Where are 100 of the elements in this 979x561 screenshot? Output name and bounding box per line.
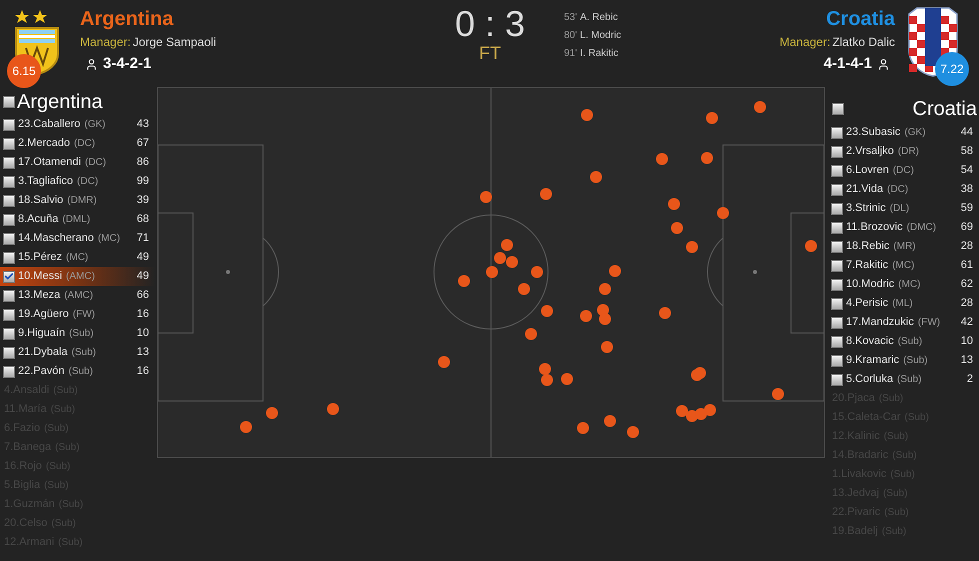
check-icon — [4, 271, 14, 282]
player-name: 8.Kovacic — [846, 334, 894, 350]
checkbox[interactable] — [831, 202, 843, 214]
checkbox[interactable] — [3, 308, 15, 320]
touch-count: 61 — [960, 258, 973, 274]
player-name: 3.Tagliafico — [18, 174, 74, 190]
touch-count: 42 — [960, 315, 973, 330]
player-position: (AMC) — [66, 270, 95, 284]
score: 0 : 3 — [454, 4, 526, 44]
team-name: Croatia — [826, 8, 895, 30]
checkbox[interactable] — [3, 232, 15, 244]
checkbox[interactable] — [831, 316, 843, 328]
player-position: (DMC) — [906, 221, 936, 235]
checkbox[interactable] — [831, 354, 843, 366]
player-name: 21.Vida — [846, 182, 884, 198]
player-position: (DC) — [887, 183, 908, 197]
checkbox[interactable] — [3, 176, 15, 188]
touch-count: 99 — [136, 174, 149, 190]
checkbox[interactable] — [831, 374, 843, 386]
rating-badge: 7.22 — [935, 52, 969, 86]
rating-badge: 6.15 — [7, 54, 41, 88]
checkbox[interactable] — [3, 290, 15, 302]
manager-name: Zlatko Dalic — [832, 34, 895, 51]
touch-count: 71 — [136, 231, 149, 246]
checkbox[interactable] — [3, 96, 15, 108]
player-position: (MC) — [66, 251, 88, 265]
checkbox[interactable] — [3, 118, 15, 130]
checkbox[interactable] — [3, 194, 15, 206]
player-position: (DC) — [77, 175, 98, 189]
player-position: (FW) — [72, 308, 95, 322]
player-name: 2.Mercado — [18, 136, 70, 152]
player-name: 17.Mandzukic — [846, 315, 914, 330]
touch-count: 86 — [136, 155, 149, 170]
team-list-title: Croatia — [912, 98, 977, 120]
checkbox[interactable] — [831, 298, 843, 310]
manager-icon — [877, 58, 890, 71]
checkbox[interactable] — [831, 184, 843, 196]
touch-count: 38 — [960, 182, 973, 198]
touch-count: 10 — [960, 334, 973, 350]
player-position: (GK) — [84, 118, 106, 132]
player-name: 19.Agüero — [18, 307, 69, 322]
player-position: (Sub) — [68, 365, 93, 379]
checkbox[interactable] — [831, 336, 843, 348]
checkbox[interactable] — [3, 156, 15, 168]
checkbox[interactable] — [831, 260, 843, 272]
checkbox[interactable] — [831, 278, 843, 290]
team-list-title: Argentina — [17, 91, 103, 113]
player-name: 21.Dybala — [18, 345, 68, 360]
checkbox[interactable] — [831, 164, 843, 176]
checkbox[interactable] — [3, 328, 15, 340]
player-name: 6.Lovren — [846, 163, 889, 178]
player-name: 23.Caballero — [18, 117, 80, 132]
checkbox[interactable] — [3, 366, 15, 378]
touch-count: 44 — [960, 125, 973, 140]
player-position: (Sub) — [898, 335, 922, 349]
goal-minute: 91' — [564, 47, 578, 61]
touch-count: 13 — [960, 353, 973, 368]
checkbox[interactable] — [3, 270, 15, 282]
player-name: 4.Perisic — [846, 296, 888, 312]
checkbox[interactable] — [831, 126, 843, 138]
player-name: 2.Vrsaljko — [846, 144, 894, 160]
player-name: 18.Salvio — [18, 193, 64, 208]
player-position: (DML) — [62, 213, 90, 227]
touch-count: 62 — [960, 277, 973, 292]
player-name: 13.Meza — [18, 288, 60, 304]
touch-count: 10 — [136, 326, 149, 342]
player-position: (GK) — [904, 126, 926, 140]
checkbox[interactable] — [3, 214, 15, 226]
goal-minute: 53' — [564, 11, 578, 25]
touch-count: 68 — [136, 212, 149, 228]
checkbox[interactable] — [831, 222, 843, 234]
manager-icon — [85, 58, 98, 71]
touch-count: 28 — [960, 239, 973, 254]
checkbox[interactable] — [3, 138, 15, 150]
player-position: (MC) — [892, 259, 914, 273]
goal-scorer: A. Rebic — [580, 11, 618, 25]
touch-count: 54 — [960, 163, 973, 178]
player-position: (DL) — [890, 202, 910, 216]
player-position: (Sub) — [69, 327, 94, 341]
player-name: 15.Pérez — [18, 250, 62, 266]
touch-count: 16 — [136, 307, 149, 322]
player-name: 22.Pavón — [18, 364, 64, 380]
player-name: 10.Modric — [846, 277, 894, 292]
touch-count: 43 — [136, 117, 149, 132]
goal-scorer: L. Modric — [580, 29, 622, 43]
formation: 3-4-2-1 — [103, 54, 152, 74]
checkbox[interactable] — [3, 346, 15, 358]
checkbox[interactable] — [831, 146, 843, 158]
player-position: (Sub) — [903, 354, 928, 368]
player-name: 10.Messi — [18, 269, 62, 284]
player-name: 7.Rakitic — [846, 258, 888, 274]
touch-count: 39 — [136, 193, 149, 208]
player-position: (DC) — [892, 164, 914, 178]
touch-count: 66 — [136, 288, 149, 304]
checkbox[interactable] — [3, 252, 15, 264]
checkbox[interactable] — [832, 103, 844, 115]
player-name: 18.Rebic — [846, 239, 890, 254]
touch-count: 28 — [960, 296, 973, 312]
player-position: (DMR) — [67, 194, 97, 208]
checkbox[interactable] — [831, 240, 843, 252]
